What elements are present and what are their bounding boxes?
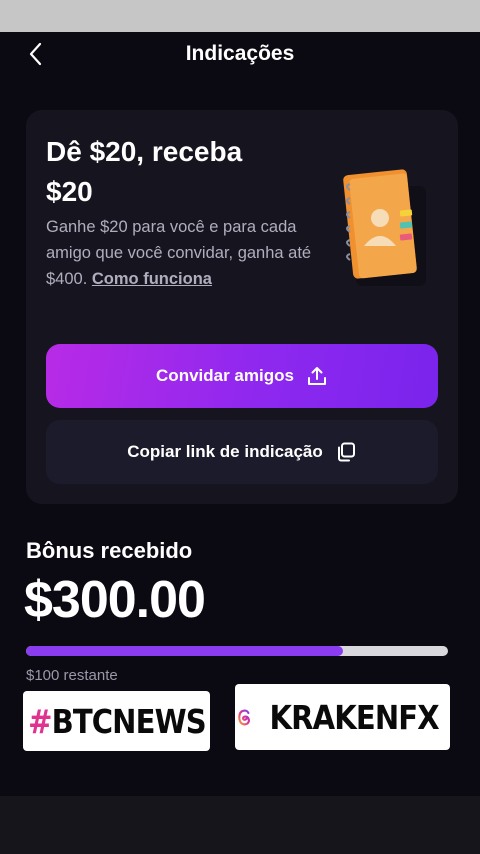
bonus-remaining: $100 restante: [26, 667, 118, 684]
promo-title: Dê $20, receba $20: [46, 136, 243, 207]
bonus-amount: $300.00: [24, 571, 206, 629]
copy-referral-link-label: Copiar link de indicação: [127, 442, 323, 461]
threads-icon: [238, 709, 250, 726]
hashtag-text: BTCNEWS: [51, 701, 206, 741]
bonus-progress-fill: [26, 646, 343, 656]
notebook-contacts-icon: [343, 169, 426, 286]
status-strip: [0, 0, 480, 32]
hashtag-overlay-btcnews: #BTCNEWS: [23, 691, 210, 751]
invite-friends-button[interactable]: Convidar amigos: [46, 344, 438, 408]
referral-card: Dê $20, receba $20 Ganhe $20 para você e…: [26, 110, 458, 504]
hashtag-symbol: #: [27, 701, 52, 741]
copy-referral-link-button[interactable]: Copiar link de indicação: [46, 420, 438, 484]
bonus-progress-bar: [26, 646, 448, 656]
bonus-received-label: Bônus recebido: [26, 538, 193, 563]
copy-icon: [337, 442, 355, 462]
mention-overlay-krakenfx: KRAKENFX: [235, 684, 450, 750]
mention-text: KRAKENFX: [269, 697, 439, 737]
invite-friends-label: Convidar amigos: [156, 366, 294, 385]
how-it-works-link[interactable]: Como funciona: [92, 270, 212, 288]
top-nav: Indicações: [0, 32, 480, 76]
share-upload-icon: [307, 367, 326, 385]
bottom-bar: [0, 796, 480, 854]
promo-description: Ganhe $20 para você e para cada amigo qu…: [46, 214, 316, 292]
page-title: Indicações: [185, 42, 295, 65]
